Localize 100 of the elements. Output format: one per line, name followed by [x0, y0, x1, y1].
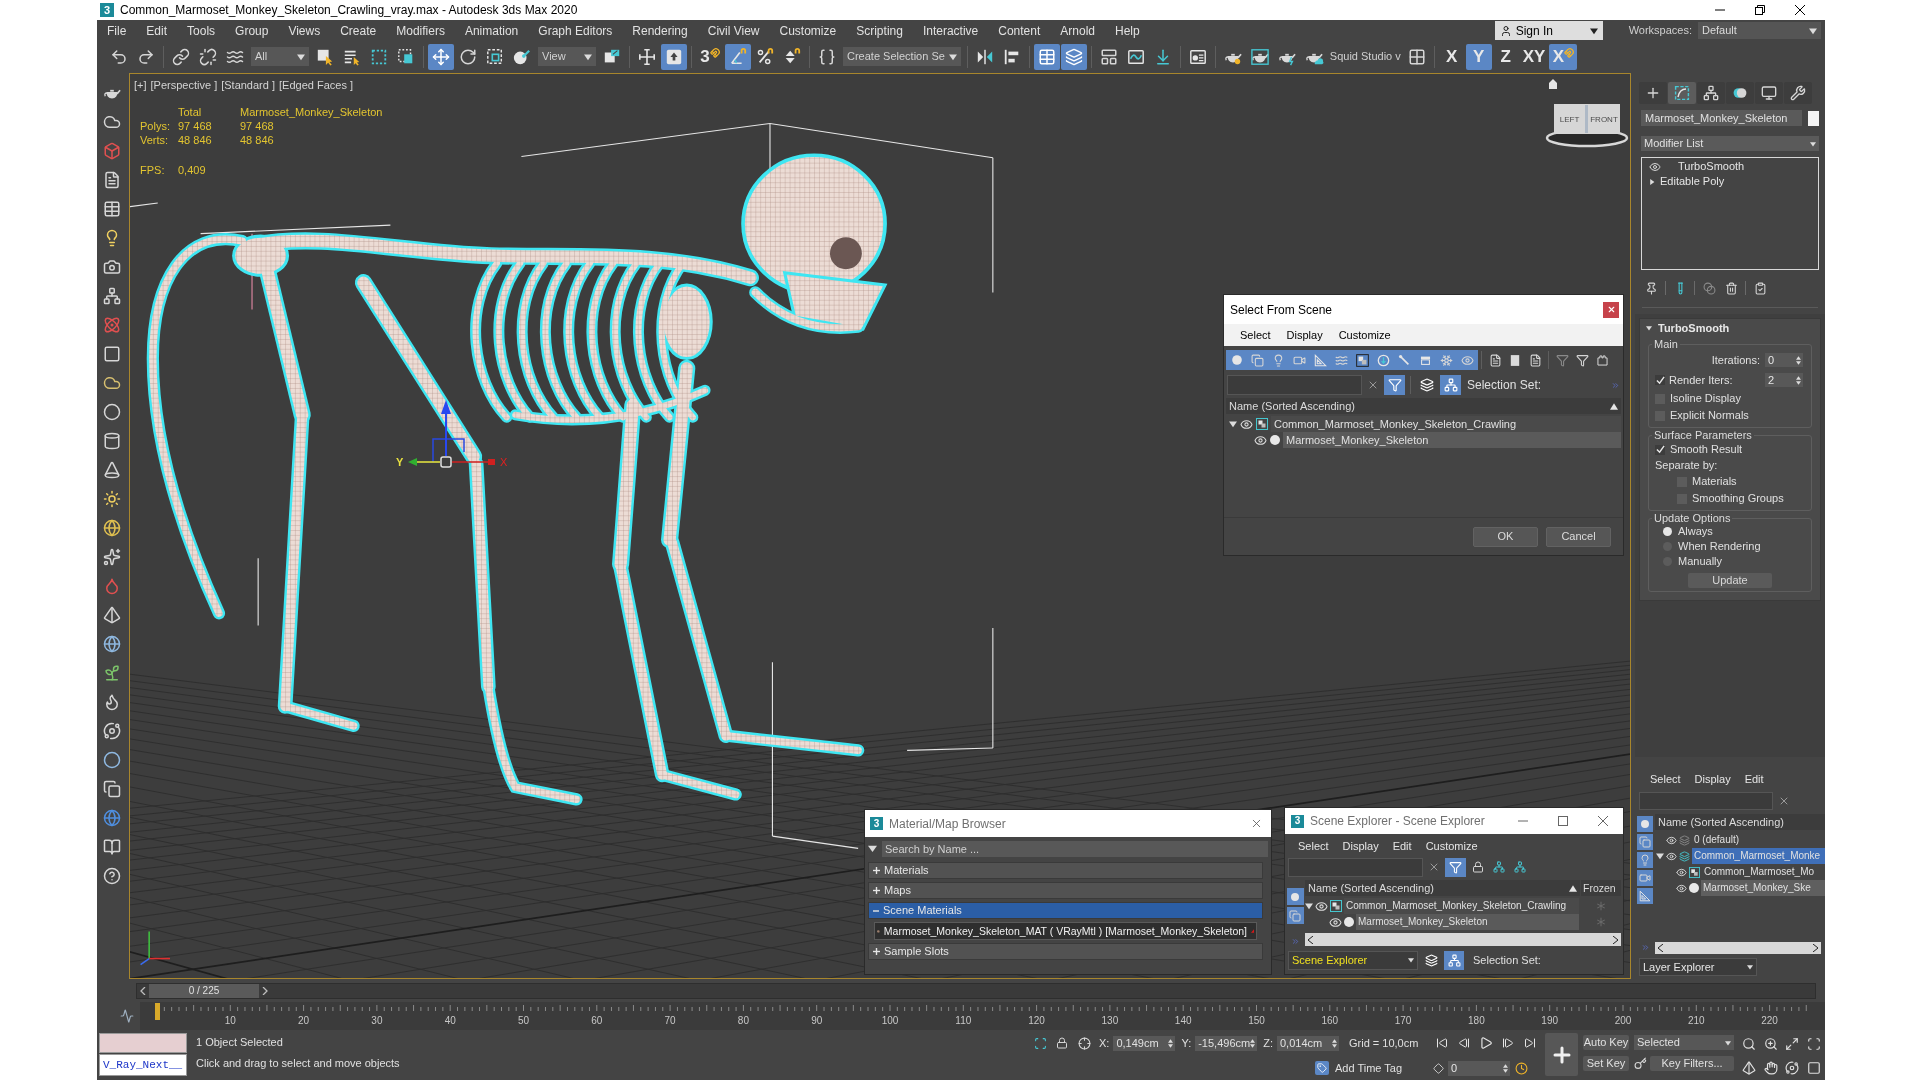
menu-item[interactable]: Help	[1104, 20, 1150, 41]
plane-handle[interactable]	[432, 438, 465, 463]
column-header[interactable]: Frozen	[1581, 880, 1621, 896]
caret-right-icon[interactable]	[1649, 178, 1655, 185]
menu-item[interactable]: Customize	[769, 20, 847, 41]
coordinate-field[interactable]: -15,496cm	[1195, 1035, 1258, 1051]
filter-selected-toggle[interactable]	[1445, 857, 1466, 877]
toolbar-dropdown[interactable]: All	[251, 47, 309, 66]
time-slider-track[interactable]: 0 / 225	[136, 983, 1816, 999]
viewport-menu-label[interactable]: [Perspective ]	[150, 80, 218, 91]
item-name[interactable]: Marmoset_Monkey_Skeleton	[1356, 914, 1579, 930]
set-keys-button[interactable]	[1545, 1033, 1578, 1076]
menu-item[interactable]: Customize	[1330, 329, 1399, 341]
radio-button[interactable]	[1663, 527, 1672, 536]
remove-modifier-button[interactable]	[1723, 280, 1739, 296]
shortcut-override-button[interactable]	[661, 43, 687, 70]
viewport-menu-label[interactable]: [Standard ]	[221, 80, 275, 91]
modifier-list-dropdown[interactable]: Modifier List	[1641, 136, 1819, 151]
auto-key-button[interactable]: Auto Key	[1583, 1035, 1629, 1050]
menu-item[interactable]: Group	[225, 20, 279, 41]
viewcube-face-label[interactable]: LEFT	[1559, 115, 1580, 124]
caret-down-icon[interactable]	[948, 52, 957, 61]
menu-item[interactable]: File	[97, 20, 137, 41]
material-entry[interactable]: Marmoset_Monkey_Skeleton_MAT ( VRayMtl ) [Marmoset_Monkey_Skeleton]	[874, 922, 1257, 940]
stack-item[interactable]: Editable Poly	[1660, 176, 1725, 187]
axis-constraint-button[interactable]: XY	[1519, 43, 1549, 70]
type-filter-toggle[interactable]	[1637, 888, 1653, 904]
spinner-field[interactable]: 2	[1765, 373, 1803, 387]
menu-item[interactable]: Views	[278, 20, 331, 41]
menu-item[interactable]: Edit	[1385, 840, 1419, 852]
menu-item[interactable]: Select	[1643, 773, 1688, 785]
menu-item[interactable]: Customize	[1418, 840, 1485, 852]
menu-item[interactable]: Tools	[177, 20, 226, 41]
caret-down-icon[interactable]	[1589, 26, 1598, 35]
menu-item[interactable]: Graph Editors	[528, 20, 623, 41]
add-time-tag-button[interactable]: Add Time Tag	[1315, 1061, 1403, 1075]
rollout-header[interactable]: TurboSmooth	[1640, 319, 1820, 337]
column-header[interactable]: Name (Sorted Ascending)	[1226, 398, 1621, 414]
column-header[interactable]: Name (Sorted Ascending)	[1655, 814, 1825, 830]
menu-item[interactable]: Select	[1232, 329, 1279, 341]
viewport-menu-label[interactable]: [+]	[134, 80, 147, 91]
spinner-field[interactable]: 0	[1765, 353, 1803, 367]
caret-down-icon[interactable]	[868, 844, 877, 853]
explorer-mode-dropdown[interactable]: Layer Explorer	[1639, 958, 1757, 976]
time-slider-thumb[interactable]: 0 / 225	[149, 984, 259, 998]
make-unique-button[interactable]	[1701, 280, 1717, 296]
category-header[interactable]: Maps	[868, 882, 1263, 899]
menu-item[interactable]: Edit	[136, 20, 178, 41]
command-panel-tab[interactable]	[1697, 81, 1725, 104]
caret-down-icon[interactable]	[1646, 325, 1652, 331]
coordinate-field[interactable]: 0,014cm	[1277, 1035, 1339, 1051]
command-panel-tab[interactable]	[1639, 81, 1667, 104]
stack-item[interactable]: TurboSmooth	[1678, 161, 1745, 172]
caret-down-icon[interactable]	[1809, 26, 1817, 35]
sign-in-dropdown[interactable]: Sign In	[1494, 21, 1603, 40]
viewport[interactable]	[129, 73, 1631, 979]
category-header[interactable]: Materials	[868, 862, 1263, 879]
axis-arrow[interactable]	[451, 459, 495, 465]
workspace-dropdown[interactable]: Default	[1698, 22, 1821, 39]
filter-selected-toggle[interactable]	[1384, 375, 1405, 395]
transform-mode-button[interactable]	[1075, 1034, 1093, 1052]
column-header[interactable]: Name (Sorted Ascending)	[1305, 880, 1580, 896]
type-filter-toggle[interactable]	[1637, 816, 1653, 832]
search-field[interactable]	[1288, 857, 1423, 877]
listener-input-field[interactable]: V_Ray_Next__	[99, 1054, 187, 1076]
menu-item[interactable]: Civil View	[697, 20, 770, 41]
snap-toggle-button[interactable]: 3	[696, 43, 724, 70]
move-button[interactable]	[428, 43, 454, 70]
horizontal-scrollbar[interactable]	[1305, 933, 1621, 946]
checkbox[interactable]	[1655, 444, 1665, 455]
command-panel-tab[interactable]	[1784, 81, 1812, 104]
curve-editor-toggle[interactable]	[118, 1007, 136, 1025]
time-configuration-button[interactable]	[1513, 1060, 1529, 1076]
dialog-button[interactable]: OK	[1473, 526, 1538, 547]
axis-constraint-button[interactable]: Z	[1492, 43, 1519, 70]
center-handle[interactable]	[440, 456, 452, 468]
menu-item[interactable]: Rendering	[622, 20, 698, 41]
hierarchy-toggle[interactable]	[1444, 950, 1464, 970]
update-button[interactable]: Update	[1688, 573, 1772, 588]
toolbar-dropdown[interactable]: Create Selection Se	[843, 47, 961, 66]
menu-item[interactable]: Modifiers	[386, 20, 455, 41]
item-name[interactable]: Common_Marmoset_Monkey_Skeleton_Crawling	[1344, 898, 1579, 914]
object-name-field[interactable]: Marmoset_Monkey_Skeleton	[1641, 110, 1802, 126]
caret-down-icon[interactable]	[1725, 1039, 1731, 1046]
caret-down-icon[interactable]	[1305, 902, 1313, 910]
search-field[interactable]	[1227, 375, 1362, 395]
listener-output-field[interactable]	[99, 1033, 187, 1053]
color-swatch-icon[interactable]	[1808, 110, 1819, 126]
type-filter-toggle[interactable]	[1637, 834, 1653, 850]
command-panel-tab[interactable]	[1755, 81, 1783, 104]
item-name[interactable]: 0 (default)	[1692, 832, 1825, 848]
command-panel-tab[interactable]	[1668, 81, 1696, 104]
frame-field[interactable]: 0	[1448, 1060, 1510, 1076]
menu-item[interactable]: Display	[1335, 840, 1386, 852]
caret-down-icon[interactable]	[1408, 957, 1414, 963]
viewport-menu-label[interactable]: [Edged Faces ]	[279, 80, 353, 91]
type-filter-toggle[interactable]	[1286, 888, 1304, 905]
explorer-mode-dropdown[interactable]: Scene Explorer	[1288, 950, 1418, 970]
layer-explorer-button[interactable]	[1060, 43, 1087, 70]
plugin-label[interactable]: Squid Studio v	[1327, 51, 1403, 62]
